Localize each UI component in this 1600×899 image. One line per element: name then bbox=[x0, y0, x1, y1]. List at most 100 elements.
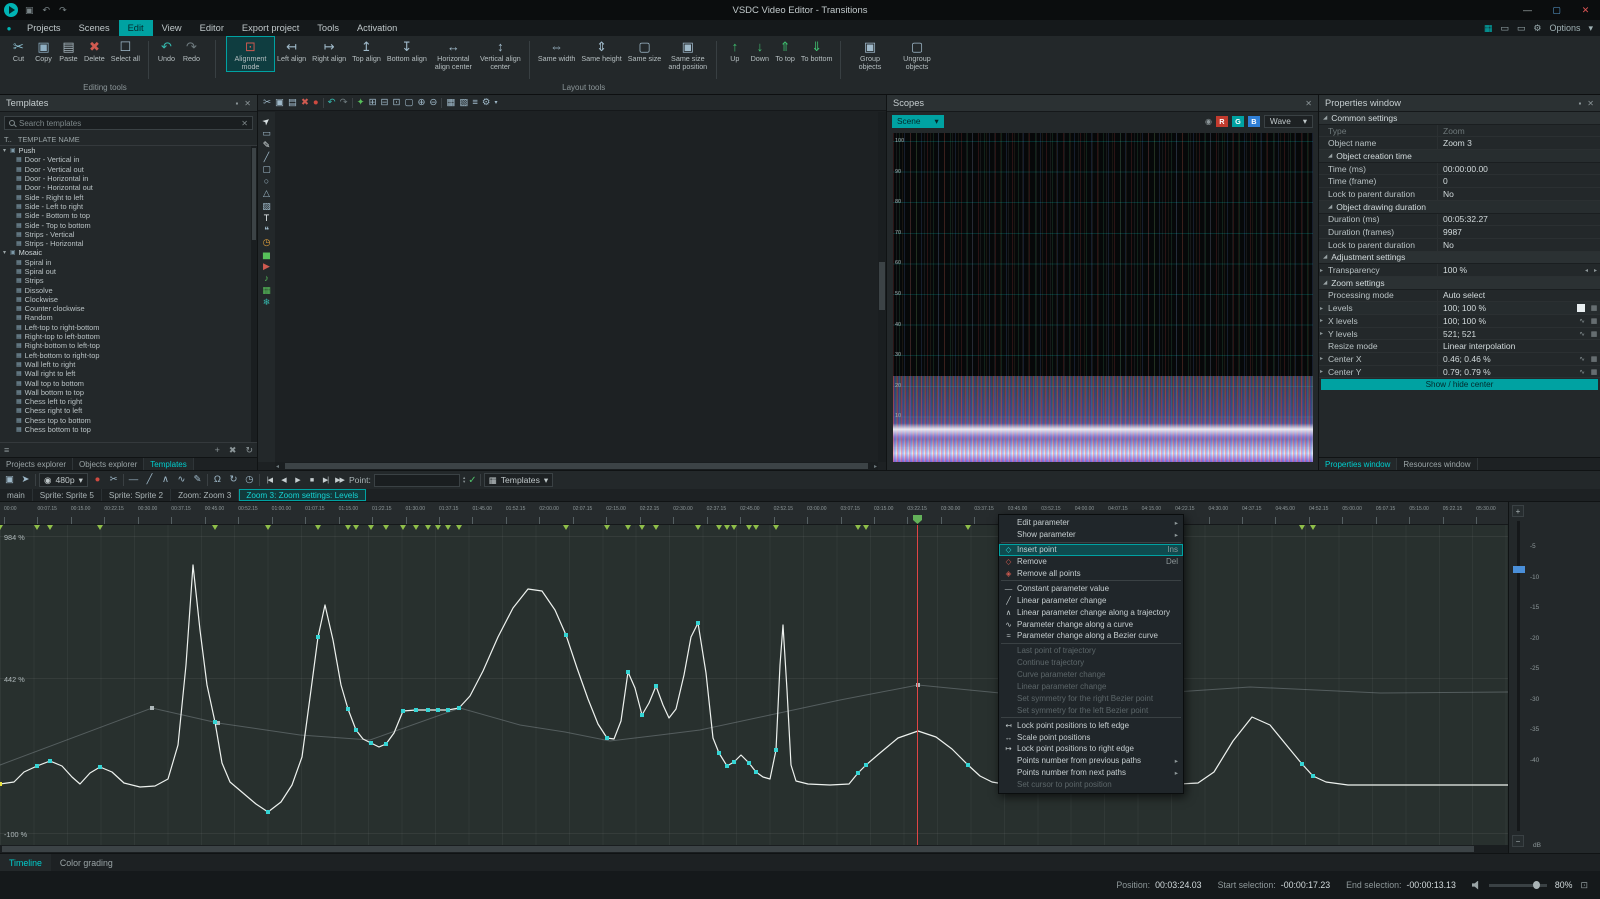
bottom-align-button[interactable]: ↧Bottom align bbox=[384, 37, 430, 63]
template-chess-bottom-to-top[interactable]: ▦Chess bottom to top bbox=[0, 425, 251, 434]
next-frame-button[interactable]: ▶| bbox=[319, 473, 332, 487]
keyframe-marker[interactable] bbox=[0, 525, 3, 530]
template-list-scrollbar[interactable] bbox=[251, 146, 257, 442]
fit-screen-icon[interactable]: ▢ bbox=[404, 98, 413, 108]
property-levels-value[interactable]: 100; 100 % bbox=[1437, 302, 1574, 314]
tab-timeline[interactable]: Timeline bbox=[0, 854, 51, 871]
curve-point[interactable] bbox=[626, 670, 630, 674]
apps-grid-icon[interactable]: ▦ bbox=[1484, 23, 1493, 34]
property-lock-to-parent-duration-value[interactable]: No bbox=[1437, 239, 1600, 251]
polygon-tool-icon[interactable]: △ bbox=[263, 189, 270, 199]
cut-button[interactable]: ✂Cut bbox=[6, 37, 31, 63]
maximize-button[interactable]: ▢ bbox=[1542, 0, 1571, 20]
context-last-point-of-trajectory[interactable]: Last point of trajectory bbox=[999, 645, 1183, 657]
property-time-frame-value[interactable]: 0 bbox=[1437, 175, 1600, 187]
expand-icon[interactable]: ▸ bbox=[1320, 305, 1323, 312]
ungroup-objects-button[interactable]: ▢Ungroup objects bbox=[893, 37, 940, 71]
keyframe-marker[interactable] bbox=[746, 525, 752, 530]
template-wall-right-to-left[interactable]: ▦Wall right to left bbox=[0, 369, 251, 378]
property-duration-ms-value[interactable]: 00:05:32.27 bbox=[1437, 214, 1600, 226]
property-transparency-value[interactable]: 100 % bbox=[1437, 264, 1582, 276]
keyframe-marker[interactable] bbox=[773, 525, 779, 530]
grid-icon[interactable]: ▦ bbox=[1588, 368, 1600, 376]
record-icon[interactable]: ● bbox=[313, 98, 319, 108]
redo-button[interactable]: ↷Redo bbox=[179, 37, 204, 63]
show-hide-center-button[interactable]: Show / hide center bbox=[1321, 379, 1598, 390]
curve-point[interactable] bbox=[48, 759, 52, 763]
template-spiral-in[interactable]: ▦Spiral in bbox=[0, 258, 251, 267]
section-common-settings[interactable]: ◢Common settings bbox=[1319, 112, 1600, 125]
tab-objects-explorer[interactable]: Objects explorer bbox=[73, 458, 144, 470]
property-object-name-value[interactable]: Zoom 3 bbox=[1437, 137, 1600, 149]
add-template-icon[interactable]: + bbox=[215, 445, 220, 456]
edit-curve-icon[interactable]: ∿ bbox=[1576, 355, 1588, 363]
curve-point[interactable] bbox=[401, 709, 405, 713]
keyframe-marker[interactable] bbox=[315, 525, 321, 530]
keyframe-marker[interactable] bbox=[383, 525, 389, 530]
property-center-y-value[interactable]: 0.79; 0.79 % bbox=[1437, 366, 1576, 378]
curve-point[interactable] bbox=[605, 736, 609, 740]
edit-curve-icon[interactable]: ∿ bbox=[1576, 317, 1588, 325]
context-remove-all-points[interactable]: ◈Remove all points bbox=[999, 568, 1183, 580]
redo-icon[interactable]: ↷ bbox=[59, 5, 67, 16]
menu-item-edit[interactable]: Edit bbox=[119, 20, 153, 36]
template-door-horizontal-in[interactable]: ▦Door - Horizontal in bbox=[0, 174, 251, 183]
template-mosaic[interactable]: ▾▣Mosaic bbox=[0, 248, 251, 257]
context-parameter-change-along-a-curve[interactable]: ∿Parameter change along a curve bbox=[999, 618, 1183, 630]
delete-button[interactable]: ✖Delete bbox=[81, 37, 108, 63]
paste-icon[interactable]: ▤ bbox=[288, 98, 297, 108]
curve-point[interactable] bbox=[717, 751, 721, 755]
expand-icon[interactable]: ▸ bbox=[1320, 267, 1323, 274]
curve-point[interactable] bbox=[1311, 774, 1315, 778]
same-height-button[interactable]: ⇕Same height bbox=[578, 37, 624, 63]
same-size-and-position-button[interactable]: ▣Same size and position bbox=[664, 37, 711, 71]
point-stepper[interactable]: ▴▾ bbox=[463, 476, 465, 485]
context-parameter-change-along-a-bezier-curve[interactable]: ≈Parameter change along a Bezier curve bbox=[999, 630, 1183, 642]
template-wall-left-to-right[interactable]: ▦Wall left to right bbox=[0, 360, 251, 369]
close-button[interactable]: ✕ bbox=[1571, 0, 1600, 20]
decrease-icon[interactable]: ◂ bbox=[1582, 267, 1591, 274]
minimize-button[interactable]: — bbox=[1513, 0, 1542, 20]
keyframe-marker[interactable] bbox=[753, 525, 759, 530]
template-dissolve[interactable]: ▦Dissolve bbox=[0, 285, 251, 294]
curve-point[interactable] bbox=[35, 764, 39, 768]
playhead-line[interactable] bbox=[917, 525, 918, 845]
zoom-in-icon[interactable]: ⊕ bbox=[417, 98, 425, 108]
curve-point[interactable] bbox=[754, 770, 758, 774]
keyframe-marker[interactable] bbox=[456, 525, 462, 530]
context-set-cursor-to-point-position[interactable]: Set cursor to point position bbox=[999, 779, 1183, 791]
slider-handle[interactable] bbox=[1513, 566, 1525, 573]
keyframe-marker[interactable] bbox=[212, 525, 218, 530]
scrollbar-thumb[interactable] bbox=[285, 463, 868, 469]
undo-button[interactable]: ↶Undo bbox=[154, 37, 179, 63]
keyframe-marker[interactable] bbox=[563, 525, 569, 530]
curve-point[interactable] bbox=[384, 742, 388, 746]
curve-point[interactable] bbox=[369, 741, 373, 745]
template-chess-right-to-left[interactable]: ▦Chess right to left bbox=[0, 406, 251, 415]
curve-point[interactable] bbox=[354, 728, 358, 732]
tree-view-icon[interactable]: ≡ bbox=[4, 445, 9, 455]
curve-point[interactable] bbox=[426, 708, 430, 712]
scope-source-dropdown[interactable]: Scene ▾ bbox=[892, 115, 944, 128]
scrollbar-thumb[interactable] bbox=[252, 148, 256, 240]
template-strips-horizontal[interactable]: ▦Strips - Horizontal bbox=[0, 239, 251, 248]
keyframe-marker[interactable] bbox=[265, 525, 271, 530]
alignment-mode-button[interactable]: ⊡Alignment mode bbox=[227, 37, 274, 71]
menu-item-view[interactable]: View bbox=[153, 20, 191, 36]
grid-icon[interactable]: ▦ bbox=[1588, 330, 1600, 338]
keyframe-marker[interactable] bbox=[345, 525, 351, 530]
keyframe-marker[interactable] bbox=[34, 525, 40, 530]
keyframe-marker[interactable] bbox=[695, 525, 701, 530]
context-points-number-from-next-paths[interactable]: Points number from next paths▸ bbox=[999, 767, 1183, 779]
template-door-horizontal-out[interactable]: ▦Door - Horizontal out bbox=[0, 183, 251, 192]
tab-zoom-3-zoom-settings-levels[interactable]: Zoom 3: Zoom settings: Levels bbox=[239, 489, 366, 501]
go-to-start-button[interactable]: |◀ bbox=[263, 473, 276, 487]
curve-point[interactable] bbox=[457, 706, 461, 710]
menu-item-tools[interactable]: Tools bbox=[308, 20, 348, 36]
template-strips-vertical[interactable]: ▦Strips - Vertical bbox=[0, 230, 251, 239]
context-scale-point-positions[interactable]: ↔Scale point positions bbox=[999, 731, 1183, 743]
tab-projects-explorer[interactable]: Projects explorer bbox=[0, 458, 73, 470]
chart-tool-icon[interactable]: ▅ bbox=[263, 250, 270, 260]
curve-point[interactable] bbox=[654, 684, 658, 688]
group-objects-button[interactable]: ▣Group objects bbox=[846, 37, 893, 71]
